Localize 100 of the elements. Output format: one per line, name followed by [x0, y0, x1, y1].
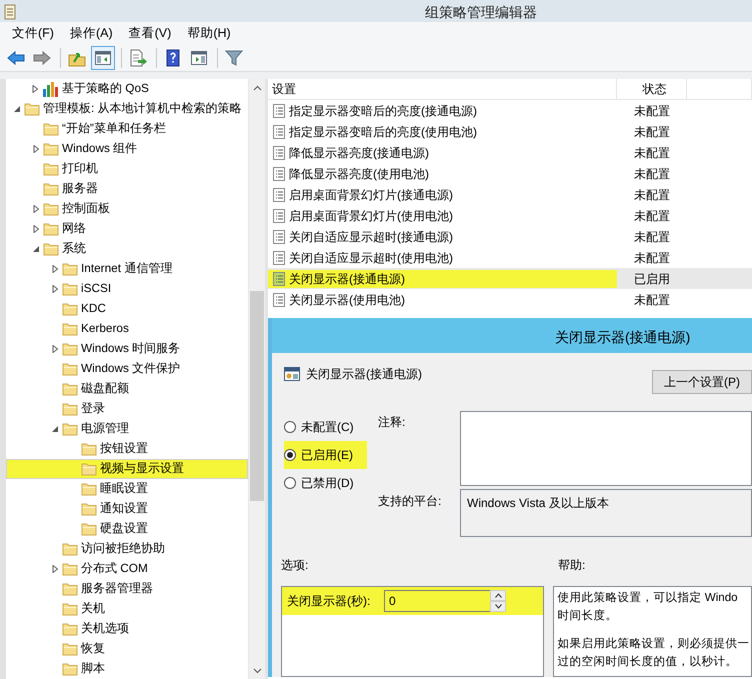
tree-item[interactable]: 睡眠设置	[6, 479, 248, 499]
radio-button[interactable]	[284, 449, 296, 461]
policy-row[interactable]: 降低显示器亮度(接通电源) 未配置	[268, 142, 752, 163]
tree-item[interactable]: “开始”菜单和任务栏	[6, 119, 248, 139]
expand-arrow-icon[interactable]	[31, 85, 39, 93]
scrollbar[interactable]	[248, 79, 265, 679]
scroll-up-icon[interactable]	[252, 84, 262, 90]
setting-name: 关闭显示器(使用电池)	[289, 292, 405, 308]
folder-icon	[62, 341, 78, 357]
setting-name: 启用桌面背景幻灯片(使用电池)	[289, 208, 453, 224]
tree-item[interactable]: 控制面板	[6, 199, 248, 219]
folder-icon	[62, 561, 78, 577]
app-icon	[3, 4, 17, 20]
tree-item[interactable]: 系统	[6, 239, 248, 259]
folder-icon	[24, 101, 40, 117]
policy-row[interactable]: 关闭显示器(使用电池) 未配置	[268, 289, 752, 310]
tree-item[interactable]: 网络	[6, 219, 248, 239]
comment-field[interactable]	[460, 411, 752, 486]
policy-row[interactable]: 降低显示器亮度(使用电池) 未配置	[268, 163, 752, 184]
status-text: 未配置	[633, 292, 671, 308]
expand-arrow-icon[interactable]	[32, 225, 40, 233]
expand-arrow-icon[interactable]	[32, 205, 40, 213]
policy-row[interactable]: 关闭自适应显示超时(接通电源) 未配置	[268, 226, 752, 247]
menu-item[interactable]: 操作(A)	[64, 22, 119, 44]
tree-label: 视频与显示设置	[99, 460, 185, 478]
tree-item[interactable]: KDC	[6, 299, 248, 319]
tree-item[interactable]: 通知设置	[6, 499, 248, 519]
tree-item[interactable]: 磁盘配额	[6, 379, 248, 399]
expand-arrow-icon[interactable]	[32, 145, 40, 153]
tree-item[interactable]: 视频与显示设置	[6, 459, 248, 479]
tree-item[interactable]: 服务器	[6, 179, 248, 199]
tree-item[interactable]: 关机	[6, 599, 248, 619]
radio-button[interactable]	[284, 421, 296, 433]
collapse-arrow-icon[interactable]	[51, 425, 59, 433]
tree-item[interactable]: 硬盘设置	[6, 519, 248, 539]
tree-item[interactable]: 访问被拒绝协助	[6, 539, 248, 559]
tree-label: 关机选项	[80, 620, 130, 638]
scroll-thumb[interactable]	[250, 291, 264, 501]
column-header[interactable]: 状态	[617, 79, 687, 99]
tree-item[interactable]: Kerberos	[6, 319, 248, 339]
folder-icon	[43, 201, 59, 217]
column-header[interactable]: 设置	[268, 79, 617, 99]
setting-title: 关闭显示器(接通电源)	[306, 366, 422, 383]
collapse-arrow-icon[interactable]	[32, 245, 40, 253]
expand-arrow-icon[interactable]	[51, 345, 59, 353]
number-field[interactable]: 0	[384, 590, 490, 612]
tree-item[interactable]: 分布式 COM	[6, 559, 248, 579]
tree-item[interactable]: iSCSI	[6, 279, 248, 299]
tree-label: 控制面板	[61, 200, 111, 218]
spin-down-button[interactable]	[490, 601, 506, 612]
help-label: 帮助:	[558, 557, 586, 574]
tree-item[interactable]: Windows 组件	[6, 139, 248, 159]
radio-option[interactable]: 未配置(C)	[284, 413, 367, 441]
folder-icon	[62, 381, 78, 397]
tree-item[interactable]: 管理模板: 从本地计算机中检索的策略	[6, 99, 248, 119]
tree-item[interactable]: 服务器管理器	[6, 579, 248, 599]
tree-item[interactable]: Windows 时间服务	[6, 339, 248, 359]
tree-item[interactable]: 关机选项	[6, 619, 248, 639]
scroll-down-icon[interactable]	[252, 668, 262, 674]
tree-label: 磁盘配额	[80, 380, 130, 398]
spin-up-button[interactable]	[490, 590, 506, 601]
tree-label: KDC	[80, 300, 107, 318]
status-text: 未配置	[633, 186, 671, 204]
expand-arrow-icon[interactable]	[51, 285, 59, 293]
tree-item[interactable]: Internet 通信管理	[6, 259, 248, 279]
tree-pane-button[interactable]	[91, 46, 115, 70]
radio-option[interactable]: 已禁用(D)	[284, 469, 367, 497]
menu-item[interactable]: 文件(F)	[6, 22, 60, 44]
tree-item[interactable]: 电源管理	[6, 419, 248, 439]
policy-row[interactable]: 启用桌面背景幻灯片(接通电源) 未配置	[268, 184, 752, 205]
policy-row[interactable]: 指定显示器变暗后的亮度(接通电源) 未配置	[268, 100, 752, 121]
tree-item[interactable]: 脚本	[6, 659, 248, 679]
folder-icon	[62, 621, 78, 637]
tree-item[interactable]: Windows 文件保护	[6, 359, 248, 379]
folder-icon	[62, 261, 78, 277]
folder-icon	[62, 281, 78, 297]
folder-icon	[62, 421, 78, 437]
radio-option[interactable]: 已启用(E)	[284, 441, 367, 469]
tree-item[interactable]: 按钮设置	[6, 439, 248, 459]
menu-item[interactable]: 查看(V)	[122, 22, 178, 44]
tree-item[interactable]: 登录	[6, 399, 248, 419]
menu-item[interactable]: 帮助(H)	[181, 22, 237, 44]
previous-setting-button[interactable]: 上一个设置(P)	[652, 370, 752, 394]
setting-name: 指定显示器变暗后的亮度(接通电源)	[289, 102, 477, 120]
expand-arrow-icon[interactable]	[51, 265, 59, 273]
policy-row[interactable]: 关闭显示器(接通电源) 已启用	[268, 268, 752, 289]
folder-icon	[43, 181, 59, 197]
tree-label: Internet 通信管理	[80, 260, 174, 278]
collapse-arrow-icon[interactable]	[13, 105, 21, 113]
radio-button[interactable]	[284, 477, 296, 489]
options-label: 选项:	[281, 557, 310, 574]
policy-row[interactable]: 指定显示器变暗后的亮度(使用电池) 未配置	[268, 121, 752, 142]
folder-icon	[81, 481, 97, 497]
tree-item[interactable]: 打印机	[6, 159, 248, 179]
policy-row[interactable]: 启用桌面背景幻灯片(使用电池) 未配置	[268, 205, 752, 226]
tree-item[interactable]: 基于策略的 QoS	[6, 79, 248, 99]
down-caret-icon	[494, 604, 502, 609]
expand-arrow-icon[interactable]	[51, 565, 59, 573]
tree-item[interactable]: 恢复	[6, 639, 248, 659]
policy-row[interactable]: 关闭自适应显示超时(使用电池) 未配置	[268, 247, 752, 268]
